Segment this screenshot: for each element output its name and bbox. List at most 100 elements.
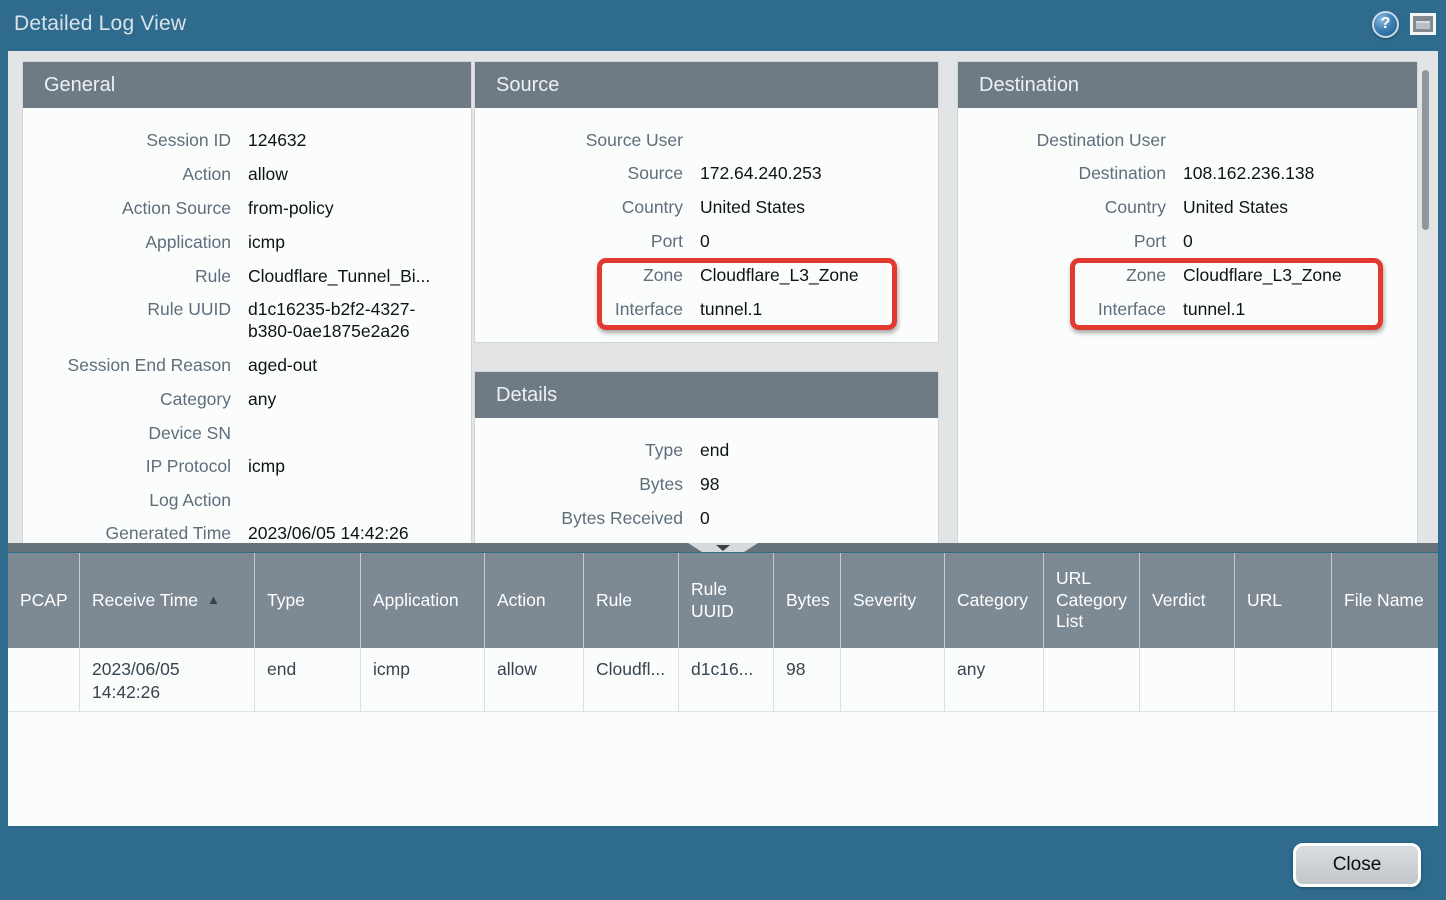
field-label: Application [23,232,231,253]
cell-rule: Cloudfl... [584,648,679,711]
column-header-file-name[interactable]: File Name [1332,553,1438,648]
field-row-device-sn: Device SN [23,417,471,450]
column-header-label: Category [957,590,1028,612]
field-value: allow [248,164,288,186]
field-label: Log Action [23,490,231,511]
field-label: Destination User [958,130,1166,151]
field-label: Source User [475,130,683,151]
details-panel-title: Details [475,372,938,418]
column-header-pcap[interactable]: PCAP [8,553,80,648]
field-value: United States [1183,197,1288,219]
field-value: tunnel.1 [1183,299,1245,321]
field-row-destination-interface: Interface tunnel.1 [958,293,1417,327]
cell-type: end [255,648,361,711]
destination-panel-title: Destination [958,62,1417,108]
general-panel-title: General [23,62,471,108]
field-label: Type [475,440,683,461]
field-row-source-port: Port 0 [475,225,938,259]
log-detail-area: General Session ID124632 Actionallow Act… [8,51,1438,543]
cell-category: any [945,648,1044,711]
field-label: Country [958,197,1166,218]
column-header-label: URL Category List [1056,568,1133,634]
details-panel-body: Typeend Bytes98 Bytes Received0 [475,418,938,536]
field-label: Session ID [23,130,231,151]
field-value: 0 [1183,231,1193,253]
column-header-label: Verdict [1152,590,1206,612]
field-value: icmp [248,456,285,478]
table-header-row: PCAP Receive Time ▲ Type Application Acti… [8,553,1438,648]
field-label: Rule UUID [23,299,231,320]
source-panel-body: Source User Source172.64.240.253 Country… [475,108,938,326]
field-row-action: Actionallow [23,158,471,192]
column-header-severity[interactable]: Severity [841,553,945,648]
field-value: 0 [700,508,710,530]
column-header-label: Action [497,590,546,612]
field-label: Port [475,231,683,252]
column-header-label: Application [373,590,459,612]
table-row[interactable]: 2023/06/05 14:42:26 end icmp allow Cloud… [8,648,1438,712]
destination-panel: Destination Destination User Destination… [958,62,1417,543]
column-header-label: URL [1247,590,1282,612]
field-row-source-interface: Interfacetunnel.1 [475,293,938,327]
help-icon[interactable]: ? [1372,11,1399,38]
field-value: Cloudflare_Tunnel_Bi... [248,266,430,288]
column-header-url-category-list[interactable]: URL Category List [1044,553,1140,648]
source-panel: Source Source User Source172.64.240.253 … [475,62,938,342]
field-label: Interface [958,299,1166,320]
field-label: IP Protocol [23,456,231,477]
field-row-ip-protocol: IP Protocol icmp [23,450,471,484]
field-label: Generated Time [23,523,231,543]
column-header-verdict[interactable]: Verdict [1140,553,1235,648]
field-row-destination-country: Country United States [958,191,1417,225]
field-value: icmp [248,232,285,254]
field-label: Interface [475,299,683,320]
field-label: Bytes [475,474,683,495]
column-header-label: File Name [1344,590,1424,612]
cell-url-category-list [1044,648,1140,711]
field-label: Device SN [23,423,231,444]
field-row-destination-zone: ZoneCloudflare_L3_Zone [958,259,1417,293]
column-header-url[interactable]: URL [1235,553,1332,648]
column-header-action[interactable]: Action [485,553,584,648]
field-row-session-id: Session ID124632 [23,124,471,158]
column-header-rule-uuid[interactable]: Rule UUID [679,553,774,648]
column-header-label: Severity [853,590,916,612]
details-panel: Details Typeend Bytes98 Bytes Received0 [475,372,938,543]
field-label: Action Source [23,198,231,219]
column-header-bytes[interactable]: Bytes [774,553,841,648]
column-header-receive-time[interactable]: Receive Time ▲ [80,553,255,648]
field-label: Bytes Received [475,508,683,529]
field-row-log-action: Log Action [23,484,471,517]
sort-ascending-icon: ▲ [207,592,220,608]
window-icon[interactable] [1410,13,1436,35]
column-header-label: PCAP [20,590,68,612]
field-label: Country [475,197,683,218]
column-header-label: Type [267,590,305,612]
close-button[interactable]: Close [1293,843,1421,887]
cell-application: icmp [361,648,485,711]
field-value: 108.162.236.138 [1183,163,1314,185]
field-value: end [700,440,729,462]
column-header-category[interactable]: Category [945,553,1044,648]
field-row-session-end-reason: Session End Reasonaged-out [23,349,471,383]
column-header-label: Receive Time [92,590,198,612]
field-value: from-policy [248,198,334,220]
vertical-scrollbar-thumb[interactable] [1422,70,1429,230]
field-label: Rule [23,266,231,287]
column-header-application[interactable]: Application [361,553,485,648]
field-row-rule-uuid: Rule UUIDd1c16235-b2f2-4327-b380-0ae1875… [23,293,471,349]
cell-pcap [8,648,80,711]
column-header-label: Rule [596,590,632,612]
field-row-action-source: Action Source from-policy [23,192,471,226]
field-row-source-user: Source User [475,124,938,157]
detailed-log-view-dialog: { "colors": { "titlebar_teal": "#2e6b8d"… [0,0,1446,900]
column-header-type[interactable]: Type [255,553,361,648]
field-row-source-country: CountryUnited States [475,191,938,225]
column-header-rule[interactable]: Rule [584,553,679,648]
field-label: Source [475,163,683,184]
cell-verdict [1140,648,1235,711]
field-row-source-zone: ZoneCloudflare_L3_Zone [475,259,938,293]
field-value: 0 [700,231,710,253]
field-row-application: Application icmp [23,226,471,260]
field-row-destination-port: Port0 [958,225,1417,259]
